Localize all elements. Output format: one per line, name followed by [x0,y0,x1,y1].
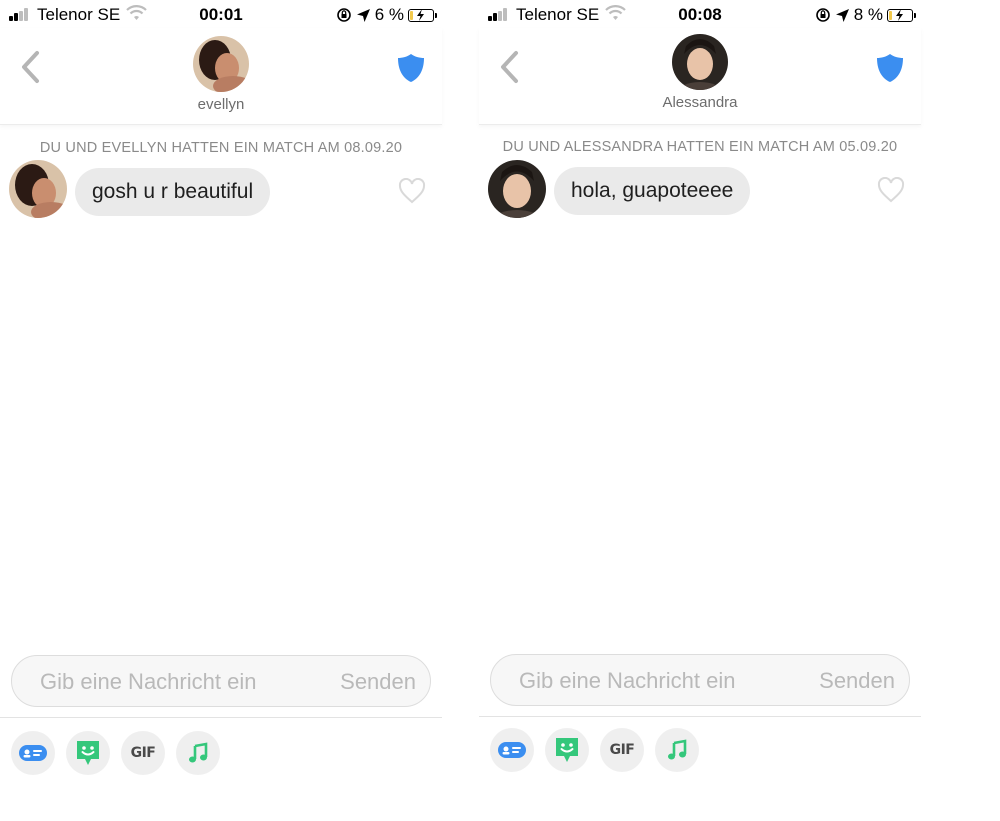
match-info: DU UND EVELLYN HATTEN EIN MATCH AM 08.09… [39,140,403,156]
status-bar: Telenor SE 00:08 8 % [479,0,921,28]
match-info: DU UND ALESSANDRA HATTEN EIN MATCH AM 05… [502,139,898,155]
message-bubble[interactable]: gosh u r beautiful [75,168,271,216]
send-button[interactable]: Senden [819,668,895,694]
chat-header: evellyn [0,28,442,125]
music-button[interactable] [176,731,220,775]
sticker-button[interactable] [545,728,589,772]
music-button[interactable] [655,728,699,772]
message-input[interactable]: Gib eine Nachricht ein Senden [11,655,431,707]
battery-icon [887,8,916,22]
location-arrow-icon [356,8,370,22]
gif-button[interactable]: GIF [121,731,165,775]
profile-name[interactable]: evellyn [0,96,442,113]
sender-avatar[interactable] [488,160,546,218]
profile-avatar[interactable] [193,36,249,92]
location-arrow-icon [835,8,849,22]
sender-avatar[interactable] [9,160,67,218]
battery-percent: 8 % [853,5,883,24]
message-input[interactable]: Gib eine Nachricht ein Senden [490,654,910,706]
battery-icon [408,8,437,22]
profile-avatar[interactable] [672,34,728,90]
contact-card-button[interactable] [11,731,55,775]
sticker-button[interactable] [66,731,110,775]
gif-icon: GIF [130,745,156,761]
shield-icon[interactable] [396,52,426,84]
heart-outline-icon[interactable] [877,177,905,203]
divider [0,717,442,718]
sticker-icon [77,741,99,765]
message-placeholder: Gib eine Nachricht ein [40,669,257,694]
gif-button[interactable]: GIF [600,728,644,772]
message-bubble[interactable]: hola, guapoteeee [554,167,751,215]
gif-icon: GIF [609,742,635,758]
divider [479,716,921,717]
music-note-icon [668,739,687,760]
contact-card-icon [19,745,47,761]
send-button[interactable]: Senden [340,669,416,695]
chevron-left-icon[interactable] [497,50,521,84]
heart-outline-icon[interactable] [398,178,426,204]
message-placeholder: Gib eine Nachricht ein [519,668,736,693]
chevron-left-icon[interactable] [18,50,42,84]
orientation-lock-icon [815,8,830,22]
status-bar: Telenor SE 00:01 6 % [0,0,442,28]
chat-screen-evellyn: Telenor SE 00:01 6 % evellyn DU UND EVEL… [0,0,442,821]
battery-percent: 6 % [374,5,404,24]
sticker-icon [556,738,578,762]
chat-screen-alessandra: Telenor SE 00:08 8 % Alessandra DU UND A… [479,0,921,821]
orientation-lock-icon [336,8,351,22]
profile-name[interactable]: Alessandra [479,94,921,111]
contact-card-button[interactable] [490,728,534,772]
chat-header: Alessandra [479,28,921,125]
music-note-icon [189,742,208,763]
shield-icon[interactable] [875,52,905,84]
contact-card-icon [498,742,526,758]
